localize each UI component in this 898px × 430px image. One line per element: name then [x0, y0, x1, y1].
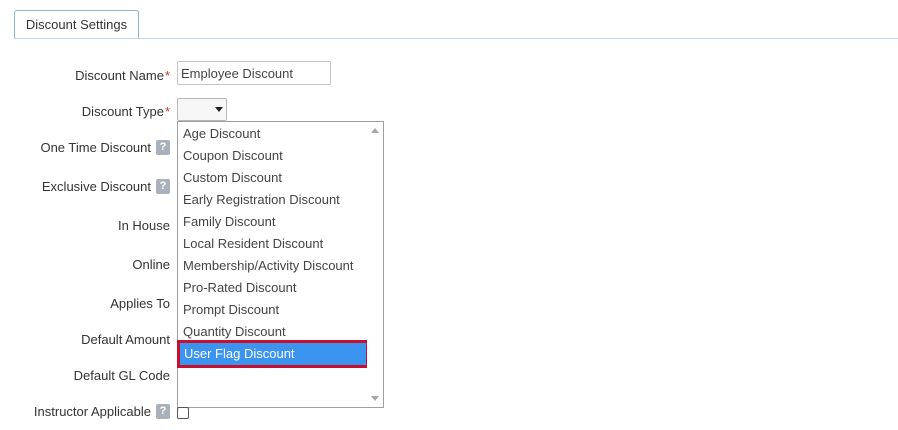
- exclusive-discount-label-text: Exclusive Discount: [41, 178, 151, 194]
- instructor-applicable-checkbox[interactable]: [177, 407, 189, 419]
- discount-name-input[interactable]: Employee Discount: [177, 61, 331, 85]
- dropdown-option-age-discount[interactable]: Age Discount: [179, 123, 367, 145]
- discount-name-label: Discount Name *: [75, 66, 170, 84]
- dropdown-option-user-flag-discount[interactable]: User Flag Discount: [177, 340, 369, 368]
- dropdown-option-family-discount[interactable]: Family Discount: [179, 211, 367, 233]
- help-icon[interactable]: ?: [156, 178, 170, 194]
- dropdown-option-membership-activity-discount[interactable]: Membership/Activity Discount: [179, 255, 367, 277]
- help-icon[interactable]: ?: [156, 139, 170, 155]
- dropdown-option-coupon-discount[interactable]: Coupon Discount: [179, 145, 367, 167]
- scroll-up-arrow-icon[interactable]: [371, 128, 379, 133]
- exclusive-discount-label: Exclusive Discount?: [42, 177, 170, 195]
- applies-to-label: Applies To: [110, 295, 170, 311]
- dropdown-option-early-registration-discount[interactable]: Early Registration Discount: [179, 189, 367, 211]
- tab-divider: [14, 38, 898, 39]
- required-marker: *: [164, 103, 170, 119]
- one-time-discount-label-text: One Time Discount: [40, 139, 151, 155]
- dropdown-option-local-resident-discount[interactable]: Local Resident Discount: [179, 233, 367, 255]
- dropdown-scrollbar[interactable]: [367, 122, 383, 407]
- required-marker: *: [164, 67, 170, 83]
- online-label: Online: [132, 256, 170, 272]
- tab-discount-settings[interactable]: Discount Settings: [14, 10, 139, 38]
- discount-type-select[interactable]: [177, 98, 227, 121]
- dropdown-option-pro-rated-discount[interactable]: Pro-Rated Discount: [179, 277, 367, 299]
- default-amount-label: Default Amount: [81, 331, 170, 347]
- discount-type-label: Discount Type *: [82, 102, 170, 120]
- scroll-down-arrow-icon[interactable]: [371, 396, 379, 401]
- dropdown-option-prompt-discount[interactable]: Prompt Discount: [179, 299, 367, 321]
- one-time-discount-label: One Time Discount?: [40, 138, 170, 156]
- instructor-applicable-label-text: Instructor Applicable: [33, 403, 151, 419]
- dropdown-option-custom-discount[interactable]: Custom Discount: [179, 167, 367, 189]
- help-icon[interactable]: ?: [156, 403, 170, 419]
- in-house-label: In House: [117, 217, 170, 233]
- chevron-down-icon: [215, 107, 223, 112]
- tab-label: Discount Settings: [25, 17, 128, 32]
- discount-name-label-text: Discount Name: [75, 67, 164, 83]
- instructor-applicable-label: Instructor Applicable?: [34, 402, 170, 420]
- discount-type-dropdown-list[interactable]: Age Discount Coupon Discount Custom Disc…: [177, 121, 384, 408]
- dropdown-option-quantity-discount[interactable]: Quantity Discount: [179, 321, 367, 343]
- discount-type-label-text: Discount Type: [81, 103, 164, 119]
- default-gl-code-label: Default GL Code: [73, 367, 170, 383]
